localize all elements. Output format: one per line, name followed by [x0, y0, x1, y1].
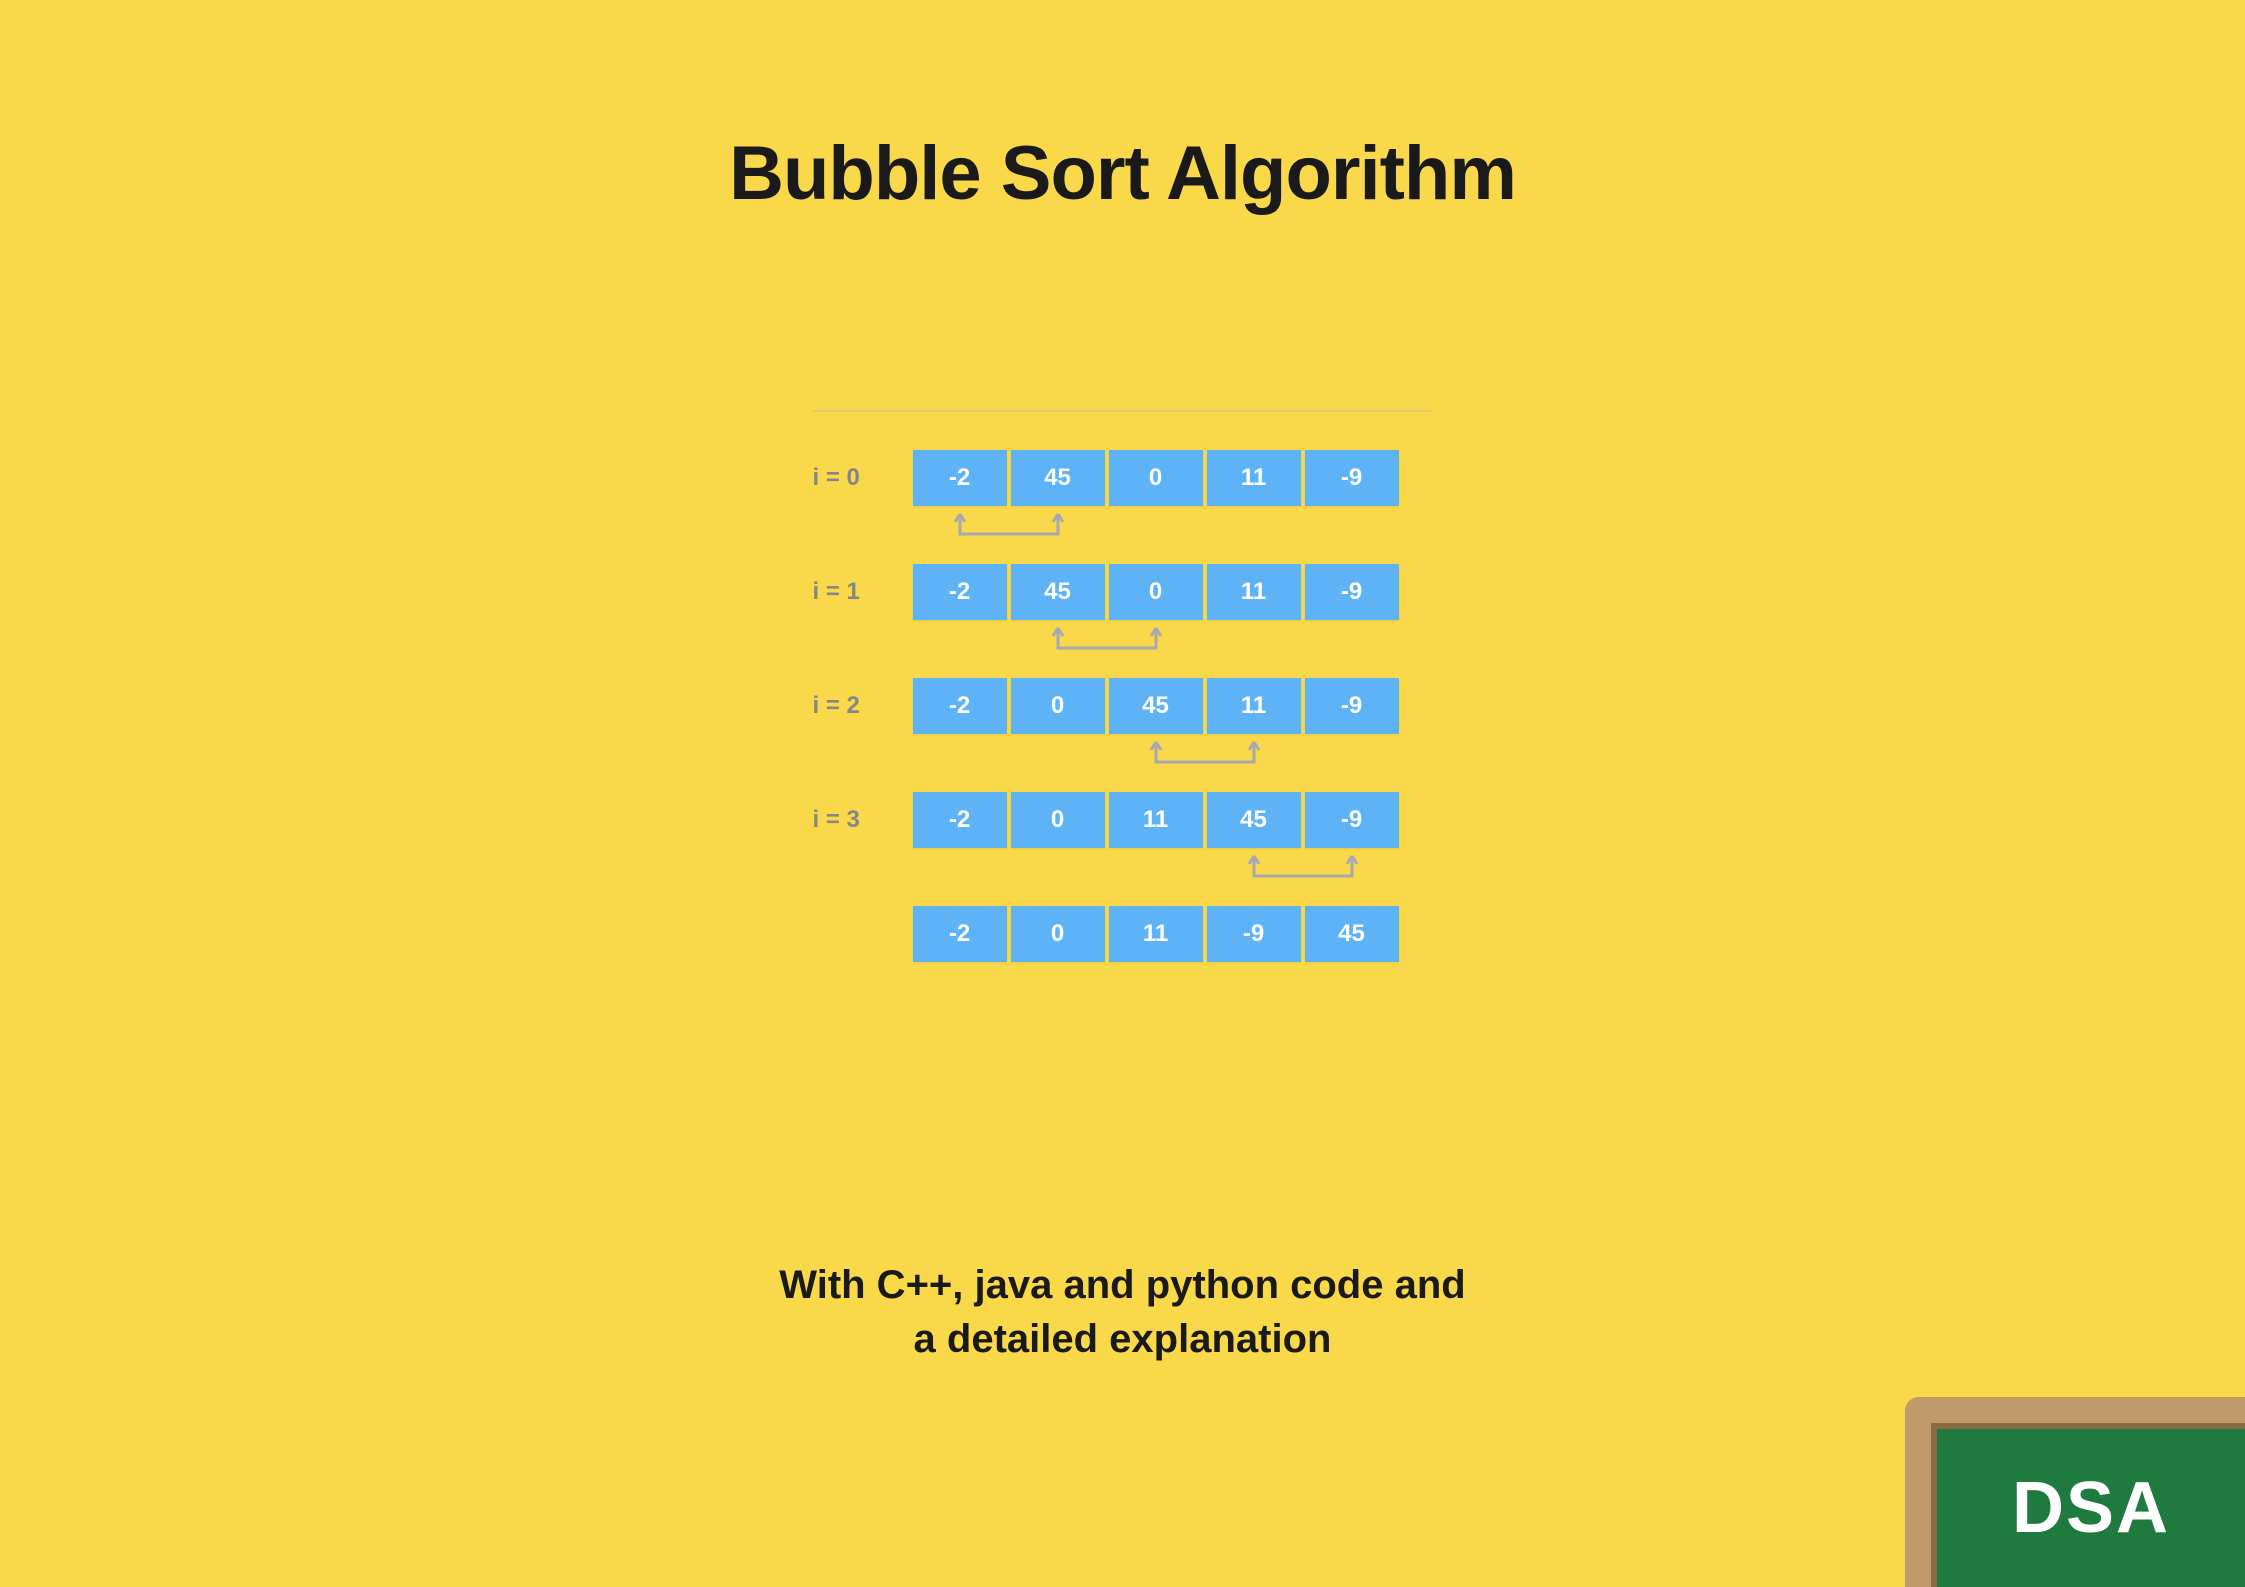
cell-array: -2011-945 [913, 906, 1399, 962]
divider [813, 410, 1433, 412]
array-cell: 11 [1207, 450, 1301, 506]
swap-arrow-icon [1244, 852, 1362, 888]
array-cell: -9 [1305, 792, 1399, 848]
array-cell: -2 [913, 678, 1007, 734]
dsa-badge-text: DSA [2012, 1467, 2170, 1549]
array-cell: -9 [1305, 678, 1399, 734]
iteration-label: i = 3 [813, 806, 913, 834]
array-cell: 45 [1109, 678, 1203, 734]
array-cell: 0 [1109, 564, 1203, 620]
sort-step: i = 0-245011-9 [813, 450, 1433, 506]
dsa-badge-board: DSA [1905, 1397, 2245, 1587]
array-cell: -2 [913, 792, 1007, 848]
bubble-sort-diagram: i = 0-245011-9i = 1-245011-9i = 2-204511… [813, 410, 1433, 962]
array-cell: 45 [1207, 792, 1301, 848]
array-cell: -9 [1305, 450, 1399, 506]
array-cell: 11 [1207, 678, 1301, 734]
sort-step: -2011-945 [813, 906, 1433, 962]
array-cell: 11 [1109, 906, 1203, 962]
array-cell: -9 [1305, 564, 1399, 620]
sort-step: i = 3-201145-9 [813, 792, 1433, 848]
array-cell: 45 [1305, 906, 1399, 962]
array-cell: 45 [1011, 564, 1105, 620]
array-cell: 11 [1207, 564, 1301, 620]
cell-array: -245011-9 [913, 450, 1399, 506]
array-cell: 45 [1011, 450, 1105, 506]
cell-array: -245011-9 [913, 564, 1399, 620]
array-cell: -2 [913, 450, 1007, 506]
iteration-label: i = 2 [813, 692, 913, 720]
array-cell: -2 [913, 564, 1007, 620]
array-cell: 0 [1011, 906, 1105, 962]
page-title: Bubble Sort Algorithm [0, 130, 2245, 217]
subtitle: With C++, java and python code and a det… [0, 1258, 2245, 1366]
array-cell: 0 [1011, 678, 1105, 734]
array-cell: 11 [1109, 792, 1203, 848]
array-cell: -9 [1207, 906, 1301, 962]
swap-arrow-icon [950, 510, 1068, 546]
cell-array: -204511-9 [913, 678, 1399, 734]
sort-step: i = 1-245011-9 [813, 564, 1433, 620]
swap-arrow-icon [1048, 624, 1166, 660]
array-cell: 0 [1109, 450, 1203, 506]
iteration-label: i = 1 [813, 578, 913, 606]
dsa-badge-inner: DSA [1931, 1423, 2245, 1587]
cell-array: -201145-9 [913, 792, 1399, 848]
subtitle-line-2: a detailed explanation [0, 1312, 2245, 1366]
swap-arrow-icon [1146, 738, 1264, 774]
sort-step: i = 2-204511-9 [813, 678, 1433, 734]
array-cell: 0 [1011, 792, 1105, 848]
subtitle-line-1: With C++, java and python code and [0, 1258, 2245, 1312]
array-cell: -2 [913, 906, 1007, 962]
iteration-label: i = 0 [813, 464, 913, 492]
